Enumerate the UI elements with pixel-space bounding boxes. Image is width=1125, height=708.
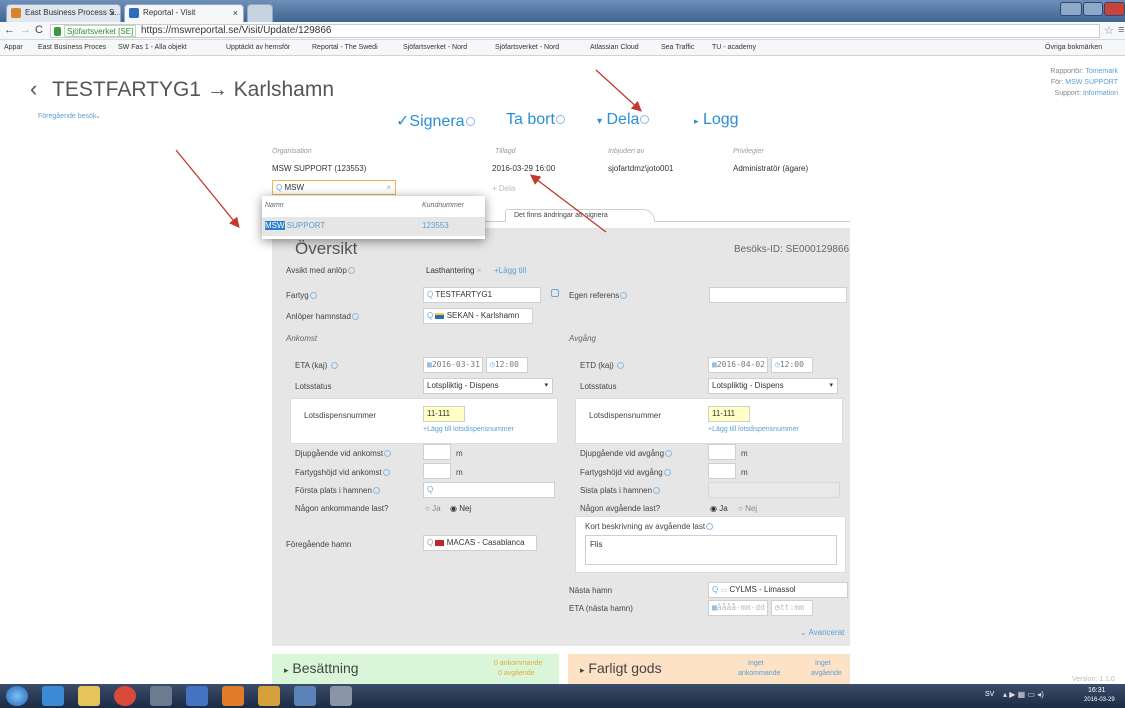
internet-explorer-icon[interactable] <box>42 686 64 706</box>
media-icon[interactable] <box>150 686 172 706</box>
page-content: ‹ TESTFARTYG1 → Karlshamn Föregående bes… <box>0 56 1125 684</box>
bookmark-item[interactable]: Sjöfartsverket - Nord <box>495 40 559 55</box>
browser-tab-bar: East Business Process S... × Reportal - … <box>0 0 1125 22</box>
annotation-arrows <box>175 69 642 233</box>
reportal-favicon-icon <box>129 8 139 18</box>
new-tab-button[interactable] <box>247 4 273 22</box>
bookmark-item[interactable]: SW Fas 1 - Alla objekt <box>118 40 187 55</box>
tab-title: East Business Process S... <box>25 8 121 17</box>
close-window-button[interactable] <box>1104 2 1125 16</box>
maximize-button[interactable] <box>1083 2 1103 16</box>
lync-icon[interactable] <box>186 686 208 706</box>
bookmark-item[interactable]: Atlassian Cloud <box>590 40 639 55</box>
clock-date[interactable]: 2016-03-29 <box>1084 697 1115 703</box>
bookmark-item[interactable]: Appar <box>4 40 23 55</box>
start-button-icon[interactable] <box>6 686 28 706</box>
bookmark-item[interactable]: Upptäckt av hemsför <box>226 40 290 55</box>
star-icon[interactable]: ☆ <box>1104 24 1114 37</box>
app-icon[interactable] <box>258 686 280 706</box>
office-icon[interactable] <box>222 686 244 706</box>
menu-icon[interactable]: ≡ <box>1118 24 1124 36</box>
app-icon[interactable] <box>330 686 352 706</box>
back-icon[interactable]: ← <box>4 24 15 36</box>
lock-icon <box>54 27 61 36</box>
address-bar: ← → C Sjöfartsverket [SE] https://mswrep… <box>0 22 1125 40</box>
bookmark-item[interactable]: Sjöfartsverket - Nord <box>403 40 467 55</box>
system-tray-icons[interactable]: ▴ ▶ ▦ ▭ ◂) <box>1003 690 1044 699</box>
bookmark-item[interactable]: TU - academy <box>712 40 756 55</box>
bookmark-item[interactable]: Reportal - The Swedi <box>312 40 378 55</box>
east-favicon-icon <box>11 8 21 18</box>
browser-tab-east[interactable]: East Business Process S... × <box>6 4 121 22</box>
bookmark-item[interactable]: Sea Traffic <box>661 40 694 55</box>
bookmark-item[interactable]: East Business Proces <box>38 40 106 55</box>
language-indicator[interactable]: SV <box>985 691 994 698</box>
url-input[interactable]: Sjöfartsverket [SE] https://mswreportal.… <box>50 24 1100 38</box>
url-text: https://mswreportal.se/Visit/Update/1298… <box>141 25 332 36</box>
arrow-to-search-result <box>175 149 240 229</box>
close-tab-icon[interactable]: × <box>233 5 238 21</box>
other-bookmarks[interactable]: Övriga bokmärken <box>1045 40 1102 55</box>
arrow-to-added-date <box>529 174 607 233</box>
clock-time[interactable]: 16:31 <box>1088 687 1106 694</box>
arrow-to-share-button <box>595 69 642 112</box>
forward-icon[interactable]: → <box>20 24 31 36</box>
close-tab-icon[interactable]: × <box>110 5 115 21</box>
chrome-icon[interactable] <box>114 686 136 706</box>
windows-taskbar: SV ▴ ▶ ▦ ▭ ◂) 16:31 2016-03-29 <box>0 684 1125 708</box>
browser-tab-reportal[interactable]: Reportal - Visit × <box>124 4 244 22</box>
minimize-button[interactable] <box>1060 2 1082 16</box>
bookmarks-bar: Appar East Business Proces SW Fas 1 - Al… <box>0 40 1125 56</box>
file-explorer-icon[interactable] <box>78 686 100 706</box>
app-icon[interactable] <box>294 686 316 706</box>
tab-title: Reportal - Visit <box>143 8 196 17</box>
reload-icon[interactable]: C <box>35 24 43 36</box>
secure-badge: Sjöfartsverket [SE] <box>64 25 137 37</box>
